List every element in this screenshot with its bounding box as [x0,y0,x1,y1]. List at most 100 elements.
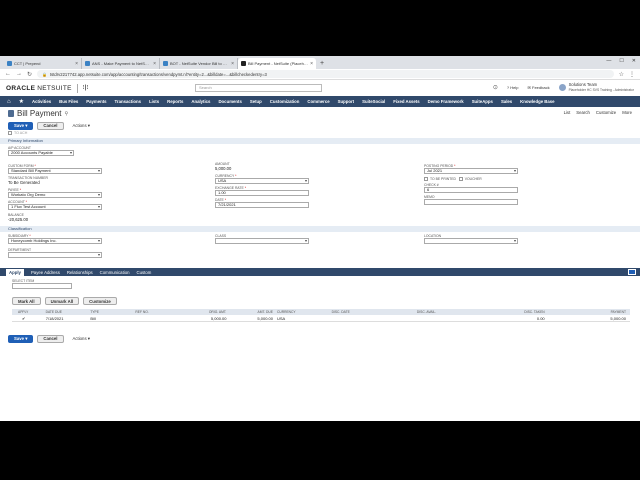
date-input[interactable]: 7/21/2021 [215,202,309,208]
favorites-star-icon[interactable]: ★ [15,98,28,105]
sublist-tabs: Apply Payee Address Relationships Commun… [0,268,640,276]
recent-icon[interactable]: ⊙ [493,84,498,91]
col-payment[interactable]: Payment [545,310,630,314]
memo-input[interactable] [424,199,518,205]
browser-tab-2[interactable]: ANS - Make Payment to NetSuite ... × [82,58,160,69]
user-menu[interactable]: Solutions Team Placeholder HC SVS Traini… [558,82,634,92]
tab-relationships[interactable]: Relationships [67,270,93,275]
global-search-input[interactable]: Search [195,84,322,92]
voucher-checkbox[interactable] [458,177,463,182]
col-disc-date[interactable]: Disc. Date [320,310,379,314]
table-row[interactable]: ✔ 7/18/2021 Bill 5,000.00 5,000.00 USA 0… [12,315,630,322]
col-apply[interactable]: Apply [12,310,32,314]
nav-item-sales[interactable]: Sales [497,99,516,104]
minimize-icon[interactable]: — [606,58,611,64]
save-button[interactable]: Save ▾ [8,121,34,130]
nav-item-commerce[interactable]: Commerce [303,99,333,104]
tab-apply[interactable]: Apply [6,269,24,276]
url-input[interactable]: 🔒 tstdrv2217742.app.netsuite.com/app/acco… [37,70,614,78]
payee-select[interactable]: Workato Org Demo [8,192,102,198]
nav-item-bus-files[interactable]: Bus Files [55,99,82,104]
select-item-input[interactable] [12,283,72,289]
customize-button[interactable]: Customize [83,297,117,305]
col-disc-avail[interactable]: Disc. Avail. [378,310,436,314]
custom-form-select[interactable]: Standard Bill Payment [8,168,102,174]
to-be-printed-label: To Be Printed [430,177,456,181]
search-icon[interactable]: ⚲ [64,111,68,117]
mark-all-button[interactable]: Mark All [12,297,41,305]
close-icon[interactable]: × [310,61,313,67]
unmark-all-button[interactable]: Unmark All [44,297,80,305]
cell-type[interactable]: Bill [84,316,119,321]
nav-item-payments[interactable]: Payments [82,99,110,104]
cell-disc-taken[interactable]: 0.00 [436,316,545,321]
nav-item-suitesocial[interactable]: SuiteSocial [358,99,389,104]
nav-item-fixed-assets[interactable]: Fixed Assets [389,99,423,104]
to-ach-checkbox[interactable] [8,131,12,136]
close-window-icon[interactable]: ✕ [632,58,636,64]
nav-item-customization[interactable]: Customization [266,99,304,104]
nav-item-activities[interactable]: Activities [28,99,55,104]
forward-icon[interactable]: → [16,71,22,77]
maximize-icon[interactable]: ☐ [619,58,623,64]
page-header: Bill Payment ⚲ List Search Customize Mor… [0,107,640,120]
cell-payment[interactable]: 5,000.00 [545,316,630,321]
close-icon[interactable]: × [231,61,234,67]
actions-menu[interactable]: Actions ▾ [68,122,95,130]
close-icon[interactable]: × [75,61,78,67]
oracle-netsuite-logo[interactable]: ORACLE NETSUITE ⫶|⫶ [6,83,89,93]
feedback-link[interactable]: ✉ Feedback [528,85,550,90]
nav-item-reports[interactable]: Reports [163,99,187,104]
nav-item-analytics[interactable]: Analytics [187,99,214,104]
browser-tab-3[interactable]: BOT - NetSuite Vendor Bill to Pa... × [160,58,238,69]
ap-account-select[interactable]: 2000 Accounts Payable [8,150,74,156]
help-link[interactable]: ? Help [507,85,519,90]
cancel-button[interactable]: Cancel [37,121,64,130]
posting-period-select[interactable]: Jul 2021 [424,168,518,174]
customize-link[interactable]: Customize [596,110,616,115]
col-amt-due[interactable]: Amt. Due [226,310,273,314]
col-date-due[interactable]: Date Due [32,310,85,314]
nav-item-suiteapps[interactable]: SuiteApps [468,99,497,104]
department-select[interactable] [8,252,102,258]
browser-tab-1[interactable]: CCT | Prepend × [4,58,82,69]
currency-select[interactable]: USA [215,178,309,184]
nav-item-demo-framework[interactable]: Demo Framework [424,99,468,104]
list-link[interactable]: List [564,110,571,115]
col-currency[interactable]: Currency [273,310,320,314]
col-ref-no[interactable]: Ref No. [119,310,187,314]
account-select[interactable]: 1 Flux Test Account [8,204,102,210]
to-be-printed-checkbox[interactable] [424,177,428,182]
currency-field: Currency * USA [215,174,309,184]
menu-icon[interactable]: ⋮ [629,71,635,78]
col-orig-amt[interactable]: Orig. Amt. [188,310,227,314]
back-icon[interactable]: ← [5,71,11,77]
col-disc-taken[interactable]: Disc. Taken [436,310,544,314]
browser-tab-active[interactable]: Bill Payment - NetSuite (Placeholde... × [238,58,316,69]
exchange-rate-input[interactable]: 1.00 [215,190,309,196]
home-icon[interactable]: ⌂ [3,99,15,105]
nav-item-transactions[interactable]: Transactions [111,99,146,104]
company-logo-icon: ⫶|⫶ [82,84,89,91]
close-icon[interactable]: × [153,61,156,67]
class-select[interactable] [215,238,309,244]
nav-item-documents[interactable]: Documents [214,99,245,104]
sublist-menu-icon[interactable] [628,269,636,275]
more-link[interactable]: More [622,110,632,115]
tab-payee-address[interactable]: Payee Address [31,270,60,275]
nav-item-setup[interactable]: Setup [246,99,266,104]
nav-item-knowledge-base[interactable]: Knowledge Base [516,99,558,104]
search-link[interactable]: Search [576,110,590,115]
reload-icon[interactable]: ↻ [27,71,32,78]
new-tab-icon[interactable]: + [316,58,328,69]
nav-item-support[interactable]: Support [334,99,358,104]
tab-communication[interactable]: Communication [100,270,130,275]
location-select[interactable] [424,238,518,244]
col-type[interactable]: Type [84,310,119,314]
check-number-input[interactable]: 6 [424,187,518,193]
nav-item-lists[interactable]: Lists [145,99,163,104]
subsidiary-select[interactable]: Honeycomb Holdings Inc. [8,238,102,244]
apply-checkbox[interactable]: ✔ [12,316,32,321]
star-icon[interactable]: ☆ [619,71,624,78]
tab-custom[interactable]: Custom [137,270,152,275]
